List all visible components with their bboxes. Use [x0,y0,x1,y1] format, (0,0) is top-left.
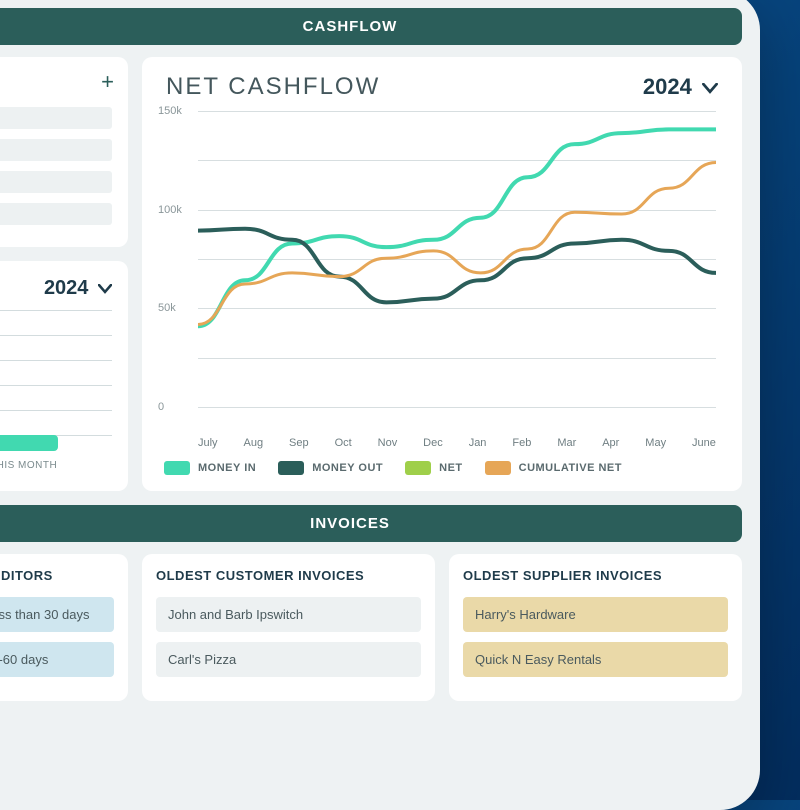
creditors-title: CREDITORS [0,568,114,583]
customer-invoice-item[interactable]: John and Barb Ipswitch [156,597,421,632]
section-cashflow: CASHFLOW [0,8,742,45]
x-tick: June [692,437,716,449]
chevron-down-icon [98,277,112,300]
supplier-invoice-item[interactable]: Harry's Hardware [463,597,728,632]
creditor-item[interactable]: Less than 30 days [0,597,114,632]
swatch-money-out [278,461,304,475]
placeholder-row [0,107,112,129]
side-year-selector[interactable]: 2024 [0,277,112,300]
side-chart-card: 2024 THIS MONTH [0,261,128,491]
x-tick: Feb [512,437,531,449]
x-tick: Nov [378,437,398,449]
chart-year-value: 2024 [643,74,692,99]
x-tick: Aug [244,437,264,449]
swatch-money-in [164,461,190,475]
this-month-label: THIS MONTH [0,460,57,471]
x-tick: Jan [469,437,487,449]
oldest-supplier-title: OLDEST SUPPLIER INVOICES [463,568,728,583]
x-tick: Mar [557,437,576,449]
chart-year-selector[interactable]: 2024 [643,74,718,100]
chart-legend: MONEY IN MONEY OUT NET CUMULATIVE NET [158,449,726,475]
placeholder-row [0,139,112,161]
placeholder-row [0,203,112,225]
creditor-item[interactable]: 30-60 days [0,642,114,677]
oldest-customer-card: OLDEST CUSTOMER INVOICES John and Barb I… [142,554,435,701]
x-tick: July [198,437,218,449]
x-tick: Sep [289,437,309,449]
y-tick: 50k [158,302,176,314]
chart-title: NET CASHFLOW [166,73,380,101]
y-tick: 100k [158,204,182,216]
creditors-card: CREDITORS Less than 30 days 30-60 days [0,554,128,701]
y-tick: 0 [158,401,164,413]
side-year-value: 2024 [44,277,89,299]
x-tick: Oct [335,437,352,449]
y-tick: 150k [158,105,182,117]
plus-icon[interactable]: + [101,69,114,95]
supplier-invoice-item[interactable]: Quick N Easy Rentals [463,642,728,677]
customer-invoice-item[interactable]: Carl's Pizza [156,642,421,677]
this-month-marker [0,435,58,451]
swatch-cumulative [485,461,511,475]
legend-money-in: MONEY IN [164,461,256,475]
swatch-net [405,461,431,475]
x-tick: Apr [602,437,619,449]
oldest-customer-title: OLDEST CUSTOMER INVOICES [156,568,421,583]
legend-net: NET [405,461,463,475]
summary-card: + [0,57,128,247]
chart-series-money-in [198,129,716,326]
placeholder-row [0,171,112,193]
x-tick: Dec [423,437,443,449]
oldest-supplier-card: OLDEST SUPPLIER INVOICES Harry's Hardwar… [449,554,742,701]
section-invoices: INVOICES [0,505,742,542]
legend-money-out: MONEY OUT [278,461,383,475]
chart-series-money-out [198,229,716,303]
legend-cumulative-net: CUMULATIVE NET [485,461,622,475]
chevron-down-icon [702,74,718,100]
net-cashflow-chart: NET CASHFLOW 2024 150k 100k 50k 0 July Aug Se… [142,57,742,491]
x-tick: May [645,437,666,449]
